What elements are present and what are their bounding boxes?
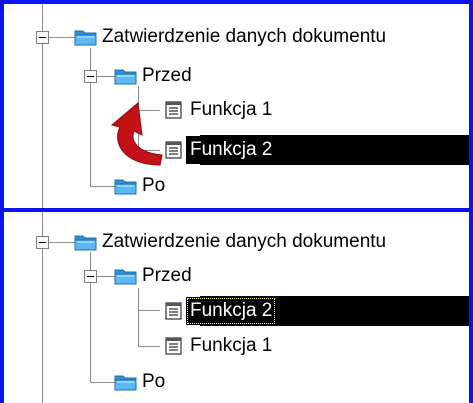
tree-node-label: Zatwierdzenie danych dokumentu [102,26,387,47]
list-document-icon [162,301,186,321]
tree-node-label: Zatwierdzenie danych dokumentu [102,231,387,252]
tree-node-root[interactable]: Zatwierdzenie danych dokumentu [74,23,390,51]
tree-node-label: Po [142,371,166,392]
folder-icon [114,266,138,286]
tree-line [90,48,91,186]
tree-node-function[interactable]: Funkcja 1 [162,332,276,360]
tree-node-przed[interactable]: Przed [114,262,196,290]
tree-node-label: Po [142,175,166,196]
curved-arrow-icon [110,102,163,166]
folder-icon [74,27,98,47]
folder-icon [114,372,138,392]
tree-node-function-selected[interactable]: Funkcja 2 [162,136,277,164]
tree-node-label: Przed [142,65,192,86]
folder-icon [114,176,138,196]
tree-panel-after-reorder: Zatwierdzenie danych dokumentu Przed Fun… [0,212,473,403]
tree-panel-before-reorder: Zatwierdzenie danych dokumentu Przed Fun… [0,0,473,212]
folder-icon [114,66,138,86]
tree-line [138,310,160,311]
tree-node-label: Funkcja 2 [186,297,277,325]
folder-icon [74,232,98,252]
tree-node-przed[interactable]: Przed [114,62,196,90]
tree-node-po[interactable]: Po [114,172,169,200]
tree-node-function-selected[interactable]: Funkcja 2 [162,297,277,325]
collapse-toggle-root[interactable] [36,236,49,249]
tree-node-label: Funkcja 2 [186,136,277,164]
comparison-stage: Zatwierdzenie danych dokumentu Przed Fun… [0,0,473,403]
tree-line [90,186,116,187]
collapse-toggle-przed[interactable] [84,270,97,283]
list-document-icon [162,336,186,356]
tree-line [138,288,139,346]
tree-node-label: Przed [142,265,192,286]
tree-node-po[interactable]: Po [114,368,169,396]
tree-node-label: Funkcja 1 [190,99,273,120]
collapse-toggle-przed[interactable] [84,70,97,83]
tree-node-function[interactable]: Funkcja 1 [162,96,276,124]
tree-line [138,346,160,347]
tree-line [90,382,116,383]
tree-node-label: Funkcja 1 [190,335,273,356]
tree-node-root[interactable]: Zatwierdzenie danych dokumentu [74,228,390,256]
collapse-toggle-root[interactable] [36,31,49,44]
